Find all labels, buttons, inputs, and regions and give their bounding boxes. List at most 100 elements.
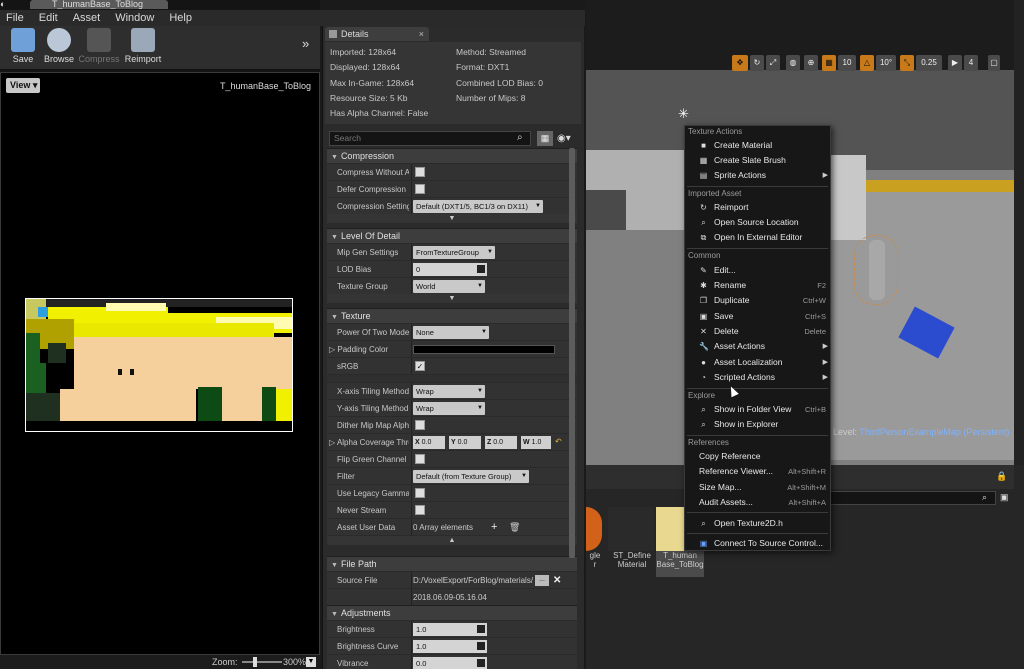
mip-gen-dropdown[interactable]: FromTextureGroup ▼ (413, 246, 495, 259)
menu-scripted-actions[interactable]: ◔ Scripted Actions ▶ (686, 370, 829, 385)
spinner-icon[interactable] (477, 625, 485, 633)
rotate-tool-icon[interactable]: ↻ (750, 55, 764, 71)
menu-connect-source-control[interactable]: ▣ Connect To Source Control... (686, 536, 829, 551)
vector-x-input[interactable]: X 0.0 (413, 436, 445, 449)
menu-reimport[interactable]: ↻ Reimport (686, 200, 829, 215)
lod-bias-input[interactable]: 0 (413, 263, 487, 276)
texture-group-dropdown[interactable]: World ▼ (413, 280, 485, 293)
category-adjustments[interactable]: ▼ Adjustments (327, 605, 577, 620)
advanced-collapse-icon[interactable]: ▲ (327, 536, 577, 545)
vibrance-input[interactable]: 0.0 (413, 657, 487, 669)
menu-show-in-explorer[interactable]: ⌕ Show in Explorer (686, 417, 829, 432)
scale-tool-icon[interactable]: ⤢ (766, 55, 780, 71)
grid-size-value[interactable]: 10 (838, 55, 856, 71)
y-tiling-dropdown[interactable]: Wrap ▼ (413, 402, 485, 415)
maximize-viewport-icon[interactable]: ▢ (988, 55, 1000, 71)
menu-delete[interactable]: ✕ Delete Delete (686, 324, 829, 339)
details-tab[interactable]: Details × (325, 27, 429, 41)
menu-asset[interactable]: Asset (73, 12, 101, 24)
view-options-eye-icon[interactable]: ◉▾ (557, 131, 577, 146)
save-all-icon[interactable]: ▣ (1000, 492, 1009, 503)
flip-green-checkbox[interactable] (415, 454, 425, 464)
content-search-input[interactable] (816, 491, 996, 505)
padding-color-swatch[interactable] (413, 345, 555, 354)
lock-icon[interactable]: 🔒 (996, 471, 1007, 482)
legacy-gamma-checkbox[interactable] (415, 488, 425, 498)
zoom-dropdown-icon[interactable]: ▼ (306, 657, 316, 667)
category-compression[interactable]: ▼ Compression (327, 148, 577, 163)
spinner-icon[interactable] (477, 265, 485, 273)
asset-tile-st-define-material[interactable]: ST_Define Material (608, 507, 656, 577)
vector-y-input[interactable]: Y 0.0 (449, 436, 481, 449)
world-space-icon[interactable]: ◍ (786, 55, 800, 71)
menu-asset-actions[interactable]: 🔧 Asset Actions ▶ (686, 339, 829, 354)
surface-snap-icon[interactable]: ⊕ (804, 55, 818, 71)
translate-tool-icon[interactable]: ✥ (732, 55, 748, 71)
menu-create-slate-brush[interactable]: ▦ Create Slate Brush (686, 153, 829, 168)
rotation-snap-value[interactable]: 10° (876, 55, 896, 71)
asset-tile-partial[interactable]: gle r (586, 507, 604, 577)
brightness-input[interactable]: 1.0 (413, 623, 487, 636)
srgb-checkbox[interactable]: ✓ (415, 361, 425, 371)
add-element-icon[interactable]: + (491, 519, 497, 536)
dither-checkbox[interactable] (415, 420, 425, 430)
category-level-of-detail[interactable]: ▼ Level Of Detail (327, 228, 577, 243)
menu-help[interactable]: Help (169, 12, 192, 24)
menu-reference-viewer[interactable]: Reference Viewer... Alt+Shift+R (686, 464, 829, 479)
details-property-list[interactable]: ▼ Compression Compress Without Al Defer C… (327, 148, 577, 669)
close-tab-icon[interactable]: × (419, 27, 424, 41)
trash-icon[interactable]: 🗑 (509, 519, 520, 536)
menu-edit[interactable]: Edit (39, 12, 58, 24)
vector-z-input[interactable]: Z 0.0 (485, 436, 517, 449)
reimport-button[interactable]: Reimport (120, 28, 166, 68)
browse-file-button[interactable]: ... (535, 575, 549, 586)
texture-viewport[interactable]: View ▾ T_humanBase_ToBlog (0, 72, 320, 655)
menu-show-in-folder-view[interactable]: ⌕ Show in Folder View Ctrl+B (686, 402, 829, 417)
rotation-snap-icon[interactable]: △ (860, 55, 874, 71)
grid-snap-icon[interactable]: ▦ (822, 55, 836, 71)
details-scrollbar[interactable] (569, 148, 575, 558)
defer-compression-checkbox[interactable] (415, 184, 425, 194)
menu-window[interactable]: Window (115, 12, 154, 24)
compress-without-alpha-checkbox[interactable] (415, 167, 425, 177)
zoom-slider[interactable] (242, 661, 282, 663)
toolbar-expand-icon[interactable]: » (302, 36, 309, 51)
spinner-icon[interactable] (477, 659, 485, 667)
menu-asset-localization[interactable]: ● Asset Localization ▶ (686, 355, 829, 370)
menu-file[interactable]: File (6, 12, 24, 24)
menu-edit[interactable]: ✎ Edit... (686, 263, 829, 278)
spinner-icon[interactable] (477, 642, 485, 650)
menu-open-source-location[interactable]: ⌕ Open Source Location (686, 215, 829, 230)
menu-duplicate[interactable]: ❐ Duplicate Ctrl+W (686, 293, 829, 308)
zoom-slider-handle[interactable] (253, 657, 257, 667)
camera-speed-value[interactable]: 4 (964, 55, 978, 71)
menu-save[interactable]: ▣ Save Ctrl+S (686, 309, 829, 324)
compression-settings-dropdown[interactable]: Default (DXT1/5, BC1/3 on DX11) ▼ (413, 200, 543, 213)
scale-snap-value[interactable]: 0.25 (916, 55, 942, 71)
details-search-input[interactable]: Search (329, 131, 531, 146)
menu-sprite-actions[interactable]: ▤ Sprite Actions ▶ (686, 168, 829, 183)
menu-copy-reference[interactable]: Copy Reference (686, 449, 829, 464)
menu-open-texture2d-h[interactable]: ⌕ Open Texture2D.h (686, 516, 829, 531)
view-menu-button[interactable]: View ▾ (6, 78, 40, 93)
category-texture[interactable]: ▼ Texture (327, 308, 577, 323)
property-matrix-icon[interactable]: ▦ (537, 131, 553, 146)
menu-create-material[interactable]: ■ Create Material (686, 138, 829, 153)
editor-tab[interactable]: T_humanBase_ToBlog (30, 0, 168, 9)
reset-to-default-icon[interactable]: ↶ (555, 437, 562, 446)
menu-size-map[interactable]: Size Map... Alt+Shift+M (686, 480, 829, 495)
brightness-curve-input[interactable]: 1.0 (413, 640, 487, 653)
power-of-two-dropdown[interactable]: None ▼ (413, 326, 489, 339)
advanced-toggle-icon[interactable]: ▼ (327, 294, 577, 303)
compress-button[interactable]: Compress (76, 28, 122, 68)
vector-w-input[interactable]: W 1.0 (521, 436, 551, 449)
camera-speed-icon[interactable]: ▶ (948, 55, 962, 71)
x-tiling-dropdown[interactable]: Wrap ▼ (413, 385, 485, 398)
advanced-toggle-icon[interactable]: ▼ (327, 214, 577, 223)
never-stream-checkbox[interactable] (415, 505, 425, 515)
menu-audit-assets[interactable]: Audit Assets... Alt+Shift+A (686, 495, 829, 510)
filter-dropdown[interactable]: Default (from Texture Group) ▼ (413, 470, 529, 483)
menu-open-external-editor[interactable]: ⧉ Open In External Editor (686, 230, 829, 245)
category-file-path[interactable]: ▼ File Path (327, 556, 577, 571)
light-source-icon[interactable]: ✳ (678, 106, 689, 122)
